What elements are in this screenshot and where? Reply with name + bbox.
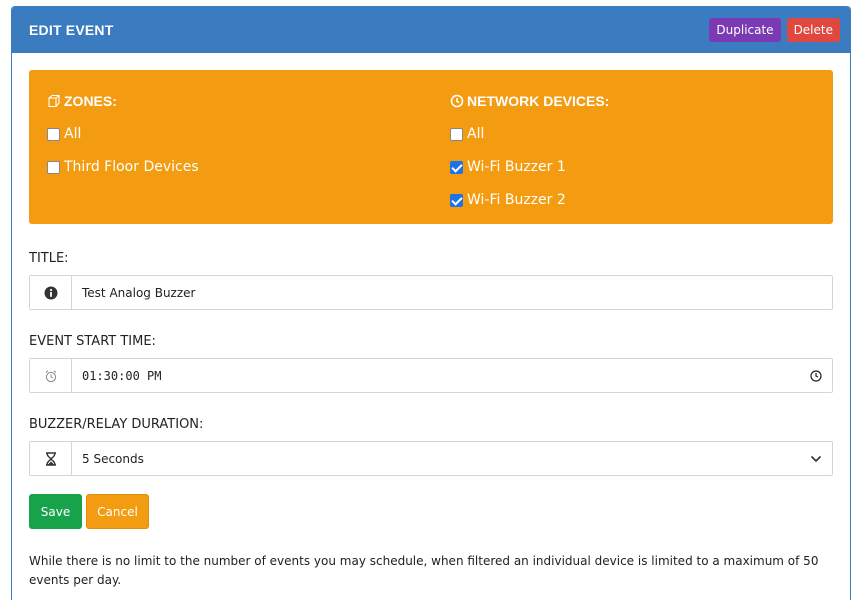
panel-body: ZONES: All Third Floor Devices NETWORK D… bbox=[12, 53, 850, 590]
title-input-value: Test Analog Buzzer bbox=[82, 285, 196, 300]
chevron-down-icon bbox=[810, 455, 822, 463]
devices-heading: NETWORK DEVICES: bbox=[450, 92, 609, 110]
info-icon bbox=[30, 276, 72, 309]
delete-button[interactable]: Delete bbox=[786, 18, 840, 42]
form-actions: Save Cancel bbox=[29, 494, 833, 529]
duplicate-button[interactable]: Duplicate bbox=[709, 18, 781, 42]
header-actions: Duplicate Delete bbox=[709, 18, 840, 42]
clock-icon[interactable] bbox=[810, 369, 822, 382]
device-all-label: All bbox=[467, 126, 485, 142]
panel-header: EDIT EVENT Duplicate Delete bbox=[12, 7, 850, 53]
device-buzzer-1-label: Wi-Fi Buzzer 1 bbox=[467, 159, 566, 175]
start-time-value: 01:30:00 PM bbox=[82, 368, 162, 383]
zone-third-floor-label: Third Floor Devices bbox=[64, 159, 199, 175]
device-item-buzzer-1[interactable]: Wi-Fi Buzzer 1 bbox=[450, 158, 609, 176]
zone-item-third-floor[interactable]: Third Floor Devices bbox=[47, 158, 199, 176]
zones-column: ZONES: All Third Floor Devices bbox=[47, 92, 199, 176]
devices-column: NETWORK DEVICES: All Wi-Fi Buzzer 1 Wi-F… bbox=[450, 92, 609, 209]
device-buzzer-2-checkbox[interactable] bbox=[450, 193, 463, 207]
zone-item-all[interactable]: All bbox=[47, 125, 199, 143]
device-item-buzzer-2[interactable]: Wi-Fi Buzzer 2 bbox=[450, 191, 609, 209]
duration-select[interactable]: 5 Seconds bbox=[72, 442, 832, 475]
start-time-label: EVENT START TIME: bbox=[29, 334, 156, 349]
save-button[interactable]: Save bbox=[29, 494, 82, 529]
devices-heading-label: NETWORK DEVICES: bbox=[467, 93, 610, 109]
start-time-input[interactable]: 01:30:00 PM bbox=[72, 359, 832, 392]
duration-input-group: 5 Seconds bbox=[29, 441, 833, 476]
title-label: TITLE: bbox=[29, 251, 69, 266]
device-all-checkbox[interactable] bbox=[450, 127, 463, 141]
zone-third-floor-checkbox[interactable] bbox=[47, 160, 60, 174]
event-limit-note: While there is no limit to the number of… bbox=[29, 554, 819, 587]
duration-select-value: 5 Seconds bbox=[82, 451, 144, 466]
edit-event-panel: EDIT EVENT Duplicate Delete ZONES: All T… bbox=[11, 6, 851, 600]
start-time-input-group: 01:30:00 PM bbox=[29, 358, 833, 393]
cancel-button[interactable]: Cancel bbox=[86, 494, 149, 529]
device-buzzer-1-checkbox[interactable] bbox=[450, 160, 463, 174]
title-input-group: Test Analog Buzzer bbox=[29, 275, 833, 310]
duration-label: BUZZER/RELAY DURATION: bbox=[29, 417, 204, 432]
zones-heading-label: ZONES: bbox=[64, 93, 117, 109]
target-selector: ZONES: All Third Floor Devices NETWORK D… bbox=[29, 70, 833, 224]
zones-heading: ZONES: bbox=[47, 92, 199, 110]
zone-all-checkbox[interactable] bbox=[47, 127, 60, 141]
panel-title: EDIT EVENT bbox=[29, 22, 114, 38]
hourglass-icon bbox=[30, 442, 72, 475]
device-buzzer-2-label: Wi-Fi Buzzer 2 bbox=[467, 192, 566, 208]
zone-all-label: All bbox=[64, 126, 82, 142]
alarm-clock-icon bbox=[30, 359, 72, 392]
device-item-all[interactable]: All bbox=[450, 125, 609, 143]
cube-icon bbox=[47, 94, 61, 108]
circle-exclamation-icon bbox=[450, 94, 464, 108]
title-input[interactable]: Test Analog Buzzer bbox=[72, 276, 832, 309]
